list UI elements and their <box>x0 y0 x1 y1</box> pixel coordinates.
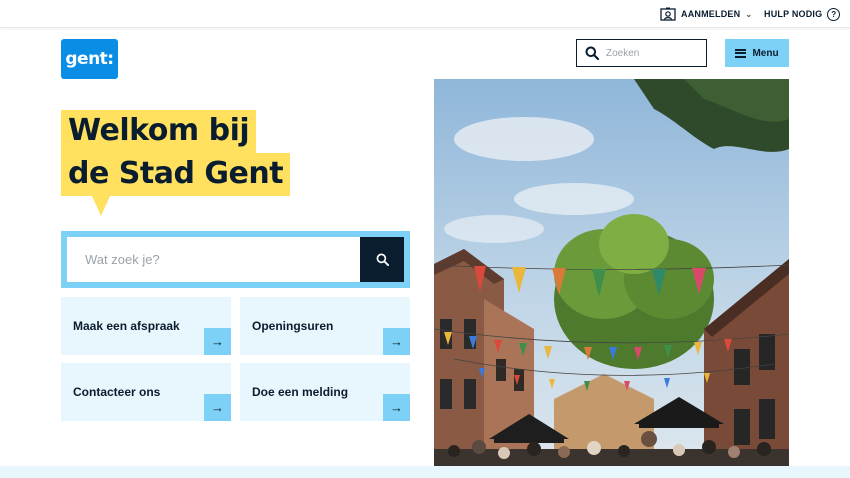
question-icon: ? <box>827 7 841 21</box>
header-search <box>576 39 707 67</box>
quick-link-opening-hours[interactable]: Openingsuren → <box>240 297 410 355</box>
arrow-right-icon: → <box>383 394 410 421</box>
logo-text: gent: <box>65 49 114 69</box>
speech-bubble-tail <box>92 196 110 216</box>
menu-button[interactable]: Menu <box>725 39 789 67</box>
hamburger-icon <box>735 48 747 58</box>
bottom-band <box>0 466 850 478</box>
main-search-input[interactable] <box>67 237 360 282</box>
main-search-button[interactable] <box>360 237 404 282</box>
user-id-icon <box>660 7 676 21</box>
help-button[interactable]: HULP NODIG ? <box>764 6 841 22</box>
arrow-right-icon: → <box>204 394 231 421</box>
title-line-1: Welkom bij <box>61 110 257 153</box>
title-line-2: de Stad Gent <box>61 153 291 196</box>
login-label: AANMELDEN <box>681 9 741 19</box>
quick-link-label: Maak een afspraak <box>73 319 180 333</box>
quick-link-label: Contacteer ons <box>73 385 161 399</box>
hero-photo <box>434 79 789 478</box>
search-icon[interactable] <box>585 46 599 60</box>
festival-square-image <box>434 79 789 478</box>
menu-label: Menu <box>752 47 779 59</box>
main-search-box <box>67 237 404 282</box>
help-label: HULP NODIG <box>764 9 823 19</box>
quick-link-label: Openingsuren <box>252 319 334 333</box>
header-search-input[interactable] <box>606 47 701 59</box>
utility-bar: AANMELDEN ⌄ HULP NODIG ? <box>0 0 850 28</box>
chevron-down-icon: ⌄ <box>745 9 753 19</box>
quick-link-label: Doe een melding <box>252 385 349 399</box>
quick-link-contact[interactable]: Contacteer ons → <box>61 363 231 421</box>
quick-link-appointment[interactable]: Maak een afspraak → <box>61 297 231 355</box>
arrow-right-icon: → <box>204 328 231 355</box>
main-search <box>61 231 410 288</box>
quick-link-report[interactable]: Doe een melding → <box>240 363 410 421</box>
gent-logo[interactable]: gent: <box>61 39 118 79</box>
search-icon <box>376 253 389 266</box>
login-button[interactable]: AANMELDEN ⌄ <box>660 6 752 22</box>
arrow-right-icon: → <box>383 328 410 355</box>
